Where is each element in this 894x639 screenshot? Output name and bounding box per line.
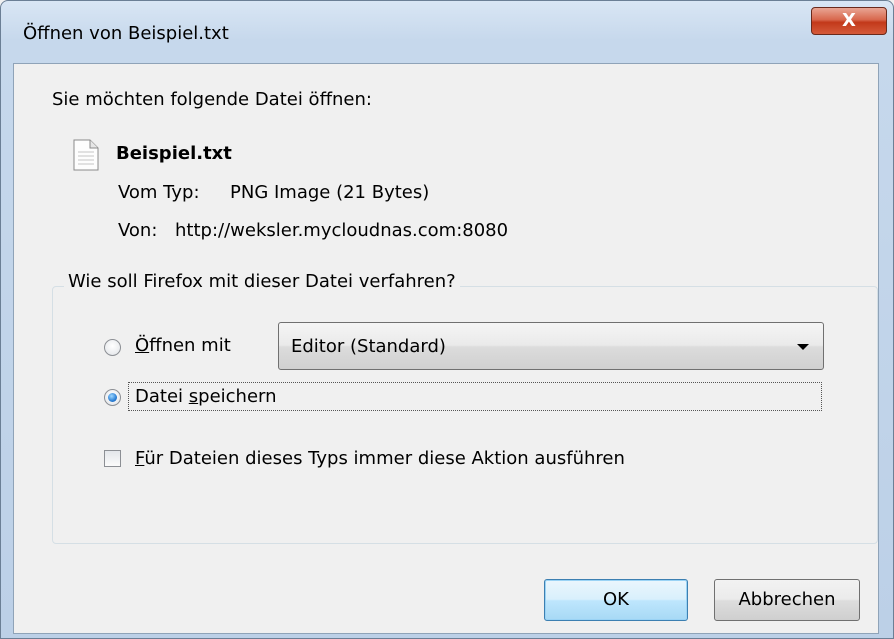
chevron-down-icon: [797, 344, 809, 350]
open-with-label-rest: ffnen mit: [149, 335, 231, 356]
save-label-rest: peichern: [198, 386, 277, 407]
type-value: PNG Image (21 Bytes): [230, 182, 430, 203]
from-value: http://weksler.mycloudnas.com:8080: [175, 220, 509, 241]
from-label: Von:: [118, 220, 158, 241]
open-with-accel: Ö: [135, 335, 150, 356]
save-file-label[interactable]: Datei speichern: [135, 388, 277, 406]
ok-button[interactable]: OK: [544, 579, 688, 621]
text-file-icon: [73, 139, 99, 171]
always-accel: F: [135, 448, 145, 469]
open-with-radio[interactable]: [104, 339, 121, 356]
type-label: Vom Typ:: [118, 182, 200, 203]
application-select[interactable]: Editor (Standard): [278, 322, 824, 370]
radio-selected-dot: [108, 393, 117, 402]
dialog-content: Sie möchten folgende Datei öffnen: Beisp…: [13, 63, 879, 634]
close-button[interactable]: X: [811, 7, 887, 35]
save-file-radio[interactable]: [104, 389, 121, 406]
title-bar[interactable]: Öffnen von Beispiel.txt X: [1, 1, 893, 43]
dialog-window: Öffnen von Beispiel.txt X Sie möchten fo…: [0, 0, 894, 639]
application-select-value: Editor (Standard): [291, 336, 446, 357]
action-group-title: Wie soll Firefox mit dieser Datei verfah…: [64, 273, 460, 291]
save-accel: s: [188, 386, 199, 407]
window-title: Öffnen von Beispiel.txt: [23, 23, 229, 44]
cancel-button[interactable]: Abbrechen: [714, 579, 860, 621]
intro-text: Sie möchten folgende Datei öffnen:: [52, 89, 372, 110]
open-with-label[interactable]: Öffnen mit: [135, 337, 231, 355]
always-label-rest: ür Dateien dieses Typs immer diese Aktio…: [144, 448, 625, 469]
save-label-pre: Datei: [135, 386, 189, 407]
always-action-checkbox[interactable]: [104, 450, 121, 467]
close-icon: X: [842, 10, 856, 31]
always-action-label[interactable]: Für Dateien dieses Typs immer diese Akti…: [135, 450, 625, 468]
file-name: Beispiel.txt: [116, 143, 232, 164]
